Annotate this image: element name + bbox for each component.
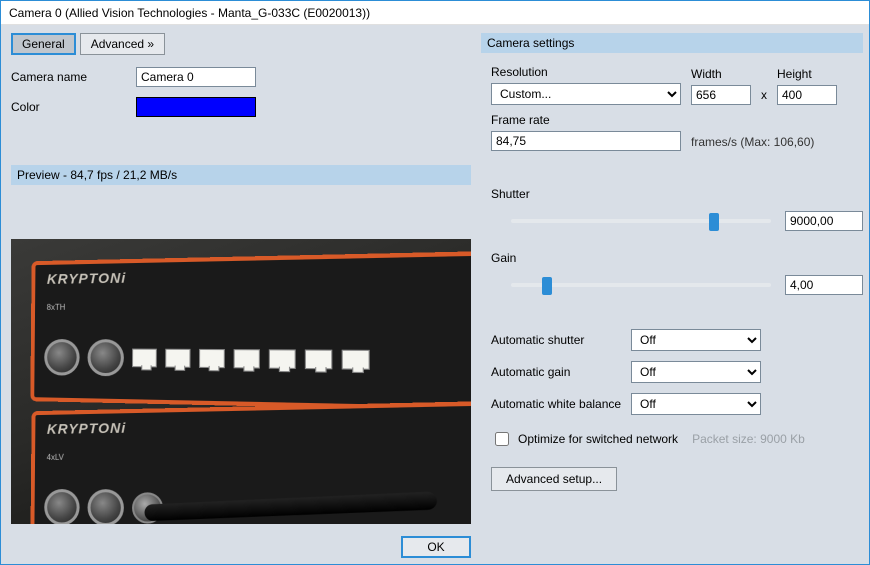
color-row: Color (11, 97, 471, 117)
connector-icon (87, 339, 124, 376)
camera-name-row: Camera name (11, 67, 471, 87)
height-label: Height (777, 67, 837, 81)
shutter-label: Shutter (491, 187, 863, 201)
auto-wb-select[interactable]: Off (631, 393, 761, 415)
camera-config-window: Camera 0 (Allied Vision Technologies - M… (0, 0, 870, 565)
gain-block: Gain (491, 251, 863, 315)
width-label: Width (691, 67, 751, 81)
auto-shutter-select[interactable]: Off (631, 329, 761, 351)
shutter-block: Shutter (491, 187, 863, 251)
settings: Resolution Custom... Width x Height (481, 65, 863, 491)
color-label: Color (11, 100, 136, 114)
slider-thumb[interactable] (542, 277, 552, 295)
settings-title: Camera settings (481, 33, 863, 53)
gain-slider-row (491, 275, 863, 295)
tab-advanced[interactable]: Advanced » (80, 33, 165, 55)
ok-button[interactable]: OK (401, 536, 471, 558)
cable-icon (144, 491, 437, 521)
auto-wb-row: Automatic white balance Off (491, 393, 863, 415)
rj45-icon (132, 349, 157, 368)
framerate-hint: frames/s (Max: 106,60) (691, 135, 814, 151)
width-input[interactable] (691, 85, 751, 105)
footer: OK (401, 536, 471, 558)
resolution-label: Resolution (491, 65, 681, 79)
rj45-icon (199, 349, 225, 368)
auto-gain-label: Automatic gain (491, 365, 631, 379)
device-brand: KRYPTONi (47, 269, 126, 287)
auto-gain-row: Automatic gain Off (491, 361, 863, 383)
gain-value-input[interactable] (785, 275, 863, 295)
camera-name-input[interactable] (136, 67, 256, 87)
slider-track (511, 219, 771, 223)
auto-wb-label: Automatic white balance (491, 397, 631, 411)
connector-icon (87, 489, 124, 524)
conn-row-top (44, 339, 370, 380)
gain-label: Gain (491, 251, 863, 265)
window-title: Camera 0 (Allied Vision Technologies - M… (9, 6, 370, 20)
left-panel: General Advanced » Camera name Color Pre… (1, 25, 481, 532)
device-sublabel-bottom: 4xLV (47, 453, 64, 462)
resolution-row: Resolution Custom... Width x Height (491, 65, 863, 105)
right-panel: Camera settings Resolution Custom... Wid… (481, 25, 870, 532)
auto-shutter-row: Automatic shutter Off (491, 329, 863, 351)
camera-name-label: Camera name (11, 70, 136, 84)
preview-image: KRYPTONi 8xTH KRYPTONi (11, 239, 471, 524)
connector-icon (44, 339, 80, 376)
auto-gain-select[interactable]: Off (631, 361, 761, 383)
resolution-col: Resolution Custom... (491, 65, 681, 105)
connector-icon (44, 489, 80, 524)
tabs: General Advanced » (11, 33, 471, 55)
rj45-icon (269, 349, 296, 369)
packet-size-label: Packet size: 9000 Kb (692, 432, 805, 446)
framerate-input[interactable] (491, 131, 681, 151)
shutter-slider[interactable] (511, 211, 771, 231)
titlebar: Camera 0 (Allied Vision Technologies - M… (1, 1, 869, 25)
shutter-value-input[interactable] (785, 211, 863, 231)
optimize-checkbox[interactable] (495, 432, 509, 446)
framerate-col: Frame rate (491, 113, 681, 151)
preview-header: Preview - 84,7 fps / 21,2 MB/s (11, 165, 471, 185)
width-col: Width (691, 67, 751, 105)
optimize-row: Optimize for switched network Packet siz… (491, 429, 863, 449)
color-swatch[interactable] (136, 97, 256, 117)
device-sublabel-top: 8xTH (47, 303, 66, 312)
gain-slider[interactable] (511, 275, 771, 295)
advanced-setup-button[interactable]: Advanced setup... (491, 467, 617, 491)
times-label: x (761, 88, 767, 105)
rj45-icon (234, 349, 260, 368)
rj45-icon (165, 349, 190, 368)
auto-shutter-label: Automatic shutter (491, 333, 631, 347)
tab-general[interactable]: General (11, 33, 76, 55)
framerate-row: Frame rate frames/s (Max: 106,60) (491, 113, 863, 151)
rj45-icon (342, 350, 370, 370)
preview-device-top: KRYPTONi 8xTH (30, 251, 471, 412)
height-input[interactable] (777, 85, 837, 105)
rj45-icon (305, 349, 333, 369)
preview-device-bottom: KRYPTONi 4xLV (30, 401, 471, 524)
resolution-select[interactable]: Custom... (491, 83, 681, 105)
slider-thumb[interactable] (709, 213, 719, 231)
content: General Advanced » Camera name Color Pre… (1, 25, 869, 532)
device-brand: KRYPTONi (47, 419, 126, 437)
height-col: Height (777, 67, 837, 105)
shutter-slider-row (491, 211, 863, 231)
framerate-label: Frame rate (491, 113, 681, 127)
optimize-label: Optimize for switched network (518, 432, 678, 446)
